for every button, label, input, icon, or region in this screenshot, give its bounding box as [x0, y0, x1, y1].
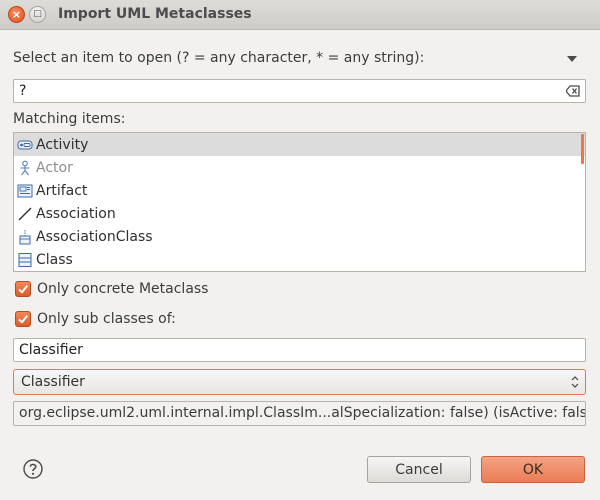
list-scrollbar[interactable] — [581, 134, 584, 164]
list-item-label: Activity — [36, 136, 89, 153]
search-input[interactable]: ? — [13, 79, 586, 103]
matching-items-list[interactable]: Activity Actor Artifact Association Asso… — [13, 132, 586, 272]
list-item-label: Actor — [36, 159, 73, 176]
close-icon: × — [11, 8, 22, 21]
list-item-actor[interactable]: Actor — [14, 156, 585, 179]
view-menu-icon[interactable] — [567, 56, 577, 62]
clear-search-icon[interactable] — [566, 85, 580, 97]
superclass-select-value: Classifier — [21, 374, 85, 390]
ok-button[interactable]: OK — [481, 456, 585, 483]
help-icon[interactable] — [23, 459, 43, 479]
class-icon — [18, 252, 32, 267]
cancel-button[interactable]: Cancel — [367, 456, 471, 483]
checkmark-icon — [18, 315, 28, 324]
selection-details: org.eclipse.uml2.uml.internal.impl.Class… — [13, 401, 586, 426]
association-class-icon — [19, 229, 31, 244]
list-item-activity[interactable]: Activity — [14, 133, 585, 156]
checkmark-icon — [18, 285, 28, 294]
matching-items-label: Matching items: — [13, 111, 126, 127]
only-concrete-label: Only concrete Metaclass — [37, 281, 209, 297]
list-item-association-class[interactable]: AssociationClass — [14, 225, 585, 248]
list-item-class[interactable]: Class — [14, 248, 585, 271]
window-title: Import UML Metaclasses — [58, 6, 252, 22]
title-bar: × □ Import UML Metaclasses — [0, 0, 600, 30]
only-sub-classes-label: Only sub classes of: — [37, 311, 176, 327]
only-concrete-checkbox[interactable] — [15, 281, 31, 297]
only-sub-classes-checkbox[interactable] — [15, 311, 31, 327]
minimize-window-button[interactable]: □ — [29, 6, 46, 23]
actor-icon — [20, 160, 30, 175]
list-item-label: Class — [36, 251, 73, 268]
list-item-association[interactable]: Association — [14, 202, 585, 225]
superclass-name-field[interactable]: Classifier — [13, 338, 586, 362]
superclass-select[interactable]: Classifier — [13, 369, 586, 395]
list-item-label: AssociationClass — [36, 228, 153, 245]
activity-icon — [17, 140, 33, 149]
list-item-artifact[interactable]: Artifact — [14, 179, 585, 202]
minimize-icon: □ — [33, 9, 42, 19]
updown-arrows-icon — [571, 376, 579, 388]
dialog-window: × □ Import UML Metaclasses Select an ite… — [0, 0, 600, 500]
close-window-button[interactable]: × — [8, 6, 25, 23]
only-concrete-option[interactable]: Only concrete Metaclass — [15, 281, 208, 297]
list-item-label: Association — [36, 205, 116, 222]
only-sub-classes-option[interactable]: Only sub classes of: — [15, 311, 176, 327]
prompt-label: Select an item to open (? = any characte… — [13, 50, 425, 66]
artifact-icon — [17, 184, 33, 197]
association-icon — [18, 207, 32, 220]
list-item-label: Artifact — [36, 182, 88, 199]
